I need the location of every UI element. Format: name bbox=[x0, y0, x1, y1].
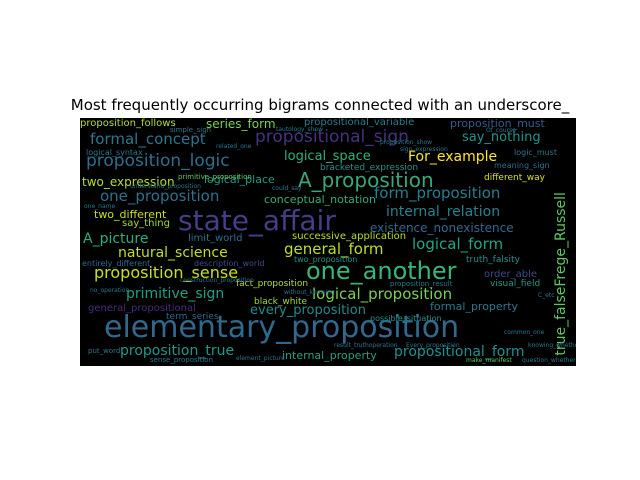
word-cloud: elementary_proposition state_affair one_an… bbox=[80, 118, 576, 366]
cloud-word: one_proposition bbox=[100, 187, 220, 205]
figure-title: Most frequently occurring bigrams connec… bbox=[70, 96, 570, 114]
cloud-word: proposition_follows bbox=[80, 118, 176, 129]
cloud-word: bracketed_expression bbox=[320, 163, 419, 173]
cloud-word: limit_world bbox=[188, 233, 243, 244]
cloud-word: formal_concept bbox=[90, 130, 206, 148]
cloud-word: no_operation bbox=[90, 287, 130, 294]
cloud-word: truth_falsity bbox=[466, 255, 520, 265]
cloud-word: one_name bbox=[84, 203, 116, 210]
cloud-word: series_form bbox=[206, 118, 276, 131]
cloud-word: related_one bbox=[216, 143, 252, 150]
cloud-word: simple_sign bbox=[170, 126, 212, 134]
cloud-word: without_knowing bbox=[284, 289, 335, 296]
cloud-word: logical_syntax bbox=[86, 148, 143, 157]
cloud-word: Every_proposition bbox=[406, 342, 460, 349]
cloud-word: common_one bbox=[504, 329, 545, 336]
cloud-word: form_proposition bbox=[374, 184, 501, 202]
cloud-word: Of_course bbox=[486, 127, 516, 134]
cloud-word: tautology_show bbox=[276, 126, 324, 133]
cloud-word: logical_form bbox=[412, 235, 504, 253]
cloud-word: primitive_proposition bbox=[178, 173, 252, 181]
cloud-word: internal_property bbox=[282, 349, 377, 362]
cloud-word: element_picture bbox=[236, 355, 285, 362]
cloud-word: proposition_result bbox=[390, 280, 453, 288]
cloud-word: proposition_show bbox=[380, 139, 433, 146]
cloud-word: formal_property bbox=[430, 300, 519, 313]
cloud-word: natural_science bbox=[118, 245, 228, 261]
cloud-word: sense_proposition bbox=[150, 356, 214, 364]
cloud-word: meaning_sign bbox=[494, 161, 550, 170]
cloud-word: A_picture bbox=[83, 231, 149, 247]
cloud-word: question_whether bbox=[522, 357, 576, 364]
cloud-word: could_say bbox=[272, 185, 302, 192]
cloud-word: entirely_different bbox=[82, 259, 151, 268]
cloud-word: sign_expression bbox=[400, 146, 448, 153]
cloud-word: different_way bbox=[484, 173, 545, 183]
cloud-word: logical_space bbox=[284, 149, 371, 164]
cloud-word: possible_situation bbox=[370, 314, 442, 323]
cloud-word: internal_relation bbox=[386, 204, 501, 220]
cloud-word: logic_must bbox=[514, 148, 557, 157]
cloud-word: visual_field bbox=[490, 279, 541, 289]
cloud-word: description_world bbox=[194, 259, 265, 268]
cloud-word: understand_proposition bbox=[130, 183, 201, 190]
cloud-word: successive_application bbox=[292, 231, 407, 242]
cloud-word: put_word bbox=[88, 347, 121, 355]
cloud-word: true_falseFrege_Russell bbox=[553, 192, 569, 356]
cloud-word: C_etc bbox=[538, 292, 555, 299]
cloud-word: black_white bbox=[254, 297, 308, 307]
cloud-word: say_thing bbox=[122, 218, 170, 229]
cloud-word: result_truthoperation bbox=[334, 342, 398, 349]
cloud-word: two_proposition bbox=[294, 255, 358, 264]
cloud-word: construction_proposition bbox=[180, 277, 254, 284]
cloud-word: make_manifest bbox=[466, 357, 512, 364]
cloud-word: primitive_sign bbox=[126, 286, 225, 302]
cloud-word: conceptual_notation bbox=[264, 193, 376, 206]
cloud-word: term_series bbox=[166, 312, 219, 322]
cloud-word: knowing_whether bbox=[528, 342, 576, 349]
